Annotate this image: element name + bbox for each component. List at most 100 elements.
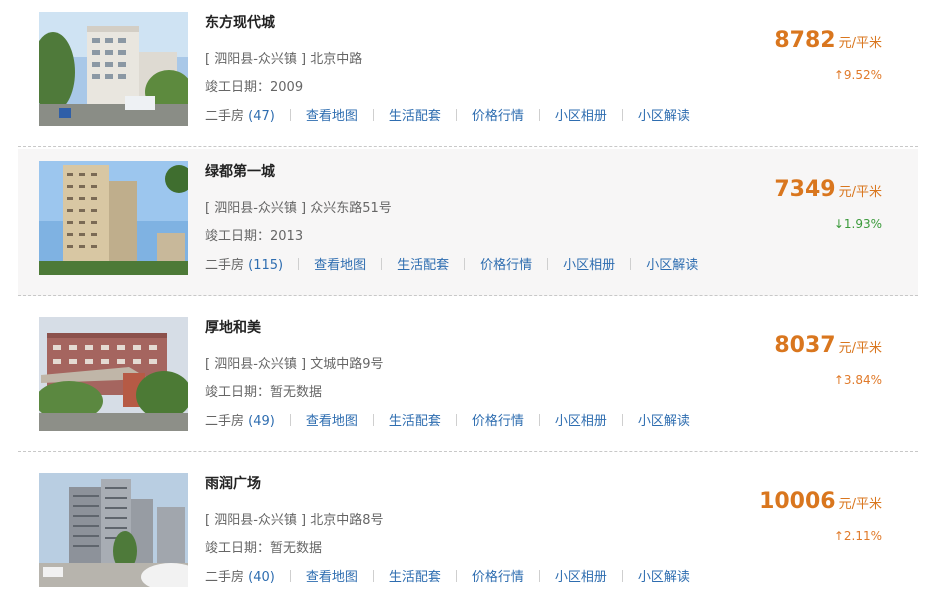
listing-item: 厚地和美 [ 泗阳县-众兴镇 ] 文城中路9号 竣工日期：暂无数据 二手房 (4… [18,305,918,452]
community-photo[interactable] [39,317,188,431]
price-unit: 元/平米 [838,185,882,200]
price-unit: 元/平米 [838,497,882,512]
price-trend-link[interactable]: 价格行情 [472,105,524,124]
building-photo-image [39,12,188,126]
price-change: ↑3.84% [833,373,882,387]
price: 10006 元/平米 [759,489,882,514]
building-photo-image [39,317,188,431]
analysis-link[interactable]: 小区解读 [638,410,690,429]
divider [621,108,623,121]
community-name[interactable]: 绿都第一城 [205,161,275,181]
price-value: 8782 [774,28,836,53]
divider [298,257,300,270]
price-value: 10006 [759,489,836,514]
action-links: 二手房 (49) 查看地图 生活配套 价格行情 小区相册 小区解读 [205,410,690,429]
building-photo-image [39,161,188,275]
community-address: [ 泗阳县-众兴镇 ] 众兴东路51号 [205,201,392,216]
divider [372,108,374,121]
action-links: 二手房 (47) 查看地图 生活配套 价格行情 小区相册 小区解读 [205,105,690,124]
divider [289,108,291,121]
secondhand-label: 二手房 [205,258,245,273]
price-unit: 元/平米 [838,36,882,51]
item-divider [18,146,918,147]
secondhand-label: 二手房 [205,570,245,585]
price-trend-link[interactable]: 价格行情 [480,254,532,273]
building-photo-image [39,473,188,587]
secondhand-count: (40) [248,570,275,585]
community-photo[interactable] [39,473,188,587]
secondhand-label: 二手房 [205,414,245,429]
divider [455,108,457,121]
community-photo[interactable] [39,12,188,126]
view-map-link[interactable]: 查看地图 [306,566,358,585]
divider [621,413,623,426]
divider [538,569,540,582]
divider [372,413,374,426]
completion-date: 竣工日期：暂无数据 [205,385,323,400]
price: 8782 元/平米 [774,28,882,53]
view-map-link[interactable]: 查看地图 [306,105,358,124]
community-name[interactable]: 东方现代城 [205,12,275,32]
price-value: 8037 [774,333,836,358]
divider [538,108,540,121]
secondhand-count: (115) [248,258,284,273]
price-value: 7349 [774,177,836,202]
listing-item: 绿都第一城 [ 泗阳县-众兴镇 ] 众兴东路51号 竣工日期：2013 二手房 … [18,149,918,296]
community-address: [ 泗阳县-众兴镇 ] 北京中路8号 [205,513,384,528]
price: 8037 元/平米 [774,333,882,358]
amenities-link[interactable]: 生活配套 [389,105,441,124]
album-link[interactable]: 小区相册 [555,410,607,429]
item-divider [18,295,918,296]
listing-item: 东方现代城 [ 泗阳县-众兴镇 ] 北京中路 竣工日期：2009 二手房 (47… [18,0,918,147]
album-link[interactable]: 小区相册 [563,254,615,273]
community-name[interactable]: 厚地和美 [205,317,261,337]
divider [464,257,466,270]
divider [289,569,291,582]
divider [372,569,374,582]
price-unit: 元/平米 [838,341,882,356]
secondhand-link[interactable]: 二手房 (49) [205,410,275,429]
view-map-link[interactable]: 查看地图 [314,254,366,273]
analysis-link[interactable]: 小区解读 [638,566,690,585]
amenities-link[interactable]: 生活配套 [389,410,441,429]
divider [621,569,623,582]
item-divider [18,451,918,452]
community-name[interactable]: 雨润广场 [205,473,261,493]
price-change: ↑9.52% [833,68,882,82]
community-address: [ 泗阳县-众兴镇 ] 文城中路9号 [205,357,384,372]
action-links: 二手房 (40) 查看地图 生活配套 价格行情 小区相册 小区解读 [205,566,690,585]
secondhand-link[interactable]: 二手房 (47) [205,105,275,124]
album-link[interactable]: 小区相册 [555,566,607,585]
amenities-link[interactable]: 生活配套 [397,254,449,273]
secondhand-label: 二手房 [205,109,245,124]
completion-date: 竣工日期：2013 [205,229,304,244]
price-trend-link[interactable]: 价格行情 [472,566,524,585]
community-photo[interactable] [39,161,188,275]
divider [455,569,457,582]
view-map-link[interactable]: 查看地图 [306,410,358,429]
secondhand-link[interactable]: 二手房 (115) [205,254,283,273]
completion-date: 竣工日期：2009 [205,80,304,95]
analysis-link[interactable]: 小区解读 [638,105,690,124]
community-listing: 东方现代城 [ 泗阳县-众兴镇 ] 北京中路 竣工日期：2009 二手房 (47… [0,0,932,613]
divider [455,413,457,426]
secondhand-link[interactable]: 二手房 (40) [205,566,275,585]
divider [630,257,632,270]
listing-item: 雨润广场 [ 泗阳县-众兴镇 ] 北京中路8号 竣工日期：暂无数据 二手房 (4… [18,461,918,608]
divider [289,413,291,426]
price-change: ↑2.11% [833,529,882,543]
album-link[interactable]: 小区相册 [555,105,607,124]
price-change: ↓1.93% [833,217,882,231]
price-trend-link[interactable]: 价格行情 [472,410,524,429]
completion-date: 竣工日期：暂无数据 [205,541,323,556]
amenities-link[interactable]: 生活配套 [389,566,441,585]
secondhand-count: (49) [248,414,275,429]
divider [547,257,549,270]
analysis-link[interactable]: 小区解读 [646,254,698,273]
divider [381,257,383,270]
community-address: [ 泗阳县-众兴镇 ] 北京中路 [205,52,363,67]
price: 7349 元/平米 [774,177,882,202]
secondhand-count: (47) [248,109,275,124]
divider [538,413,540,426]
action-links: 二手房 (115) 查看地图 生活配套 价格行情 小区相册 小区解读 [205,254,698,273]
